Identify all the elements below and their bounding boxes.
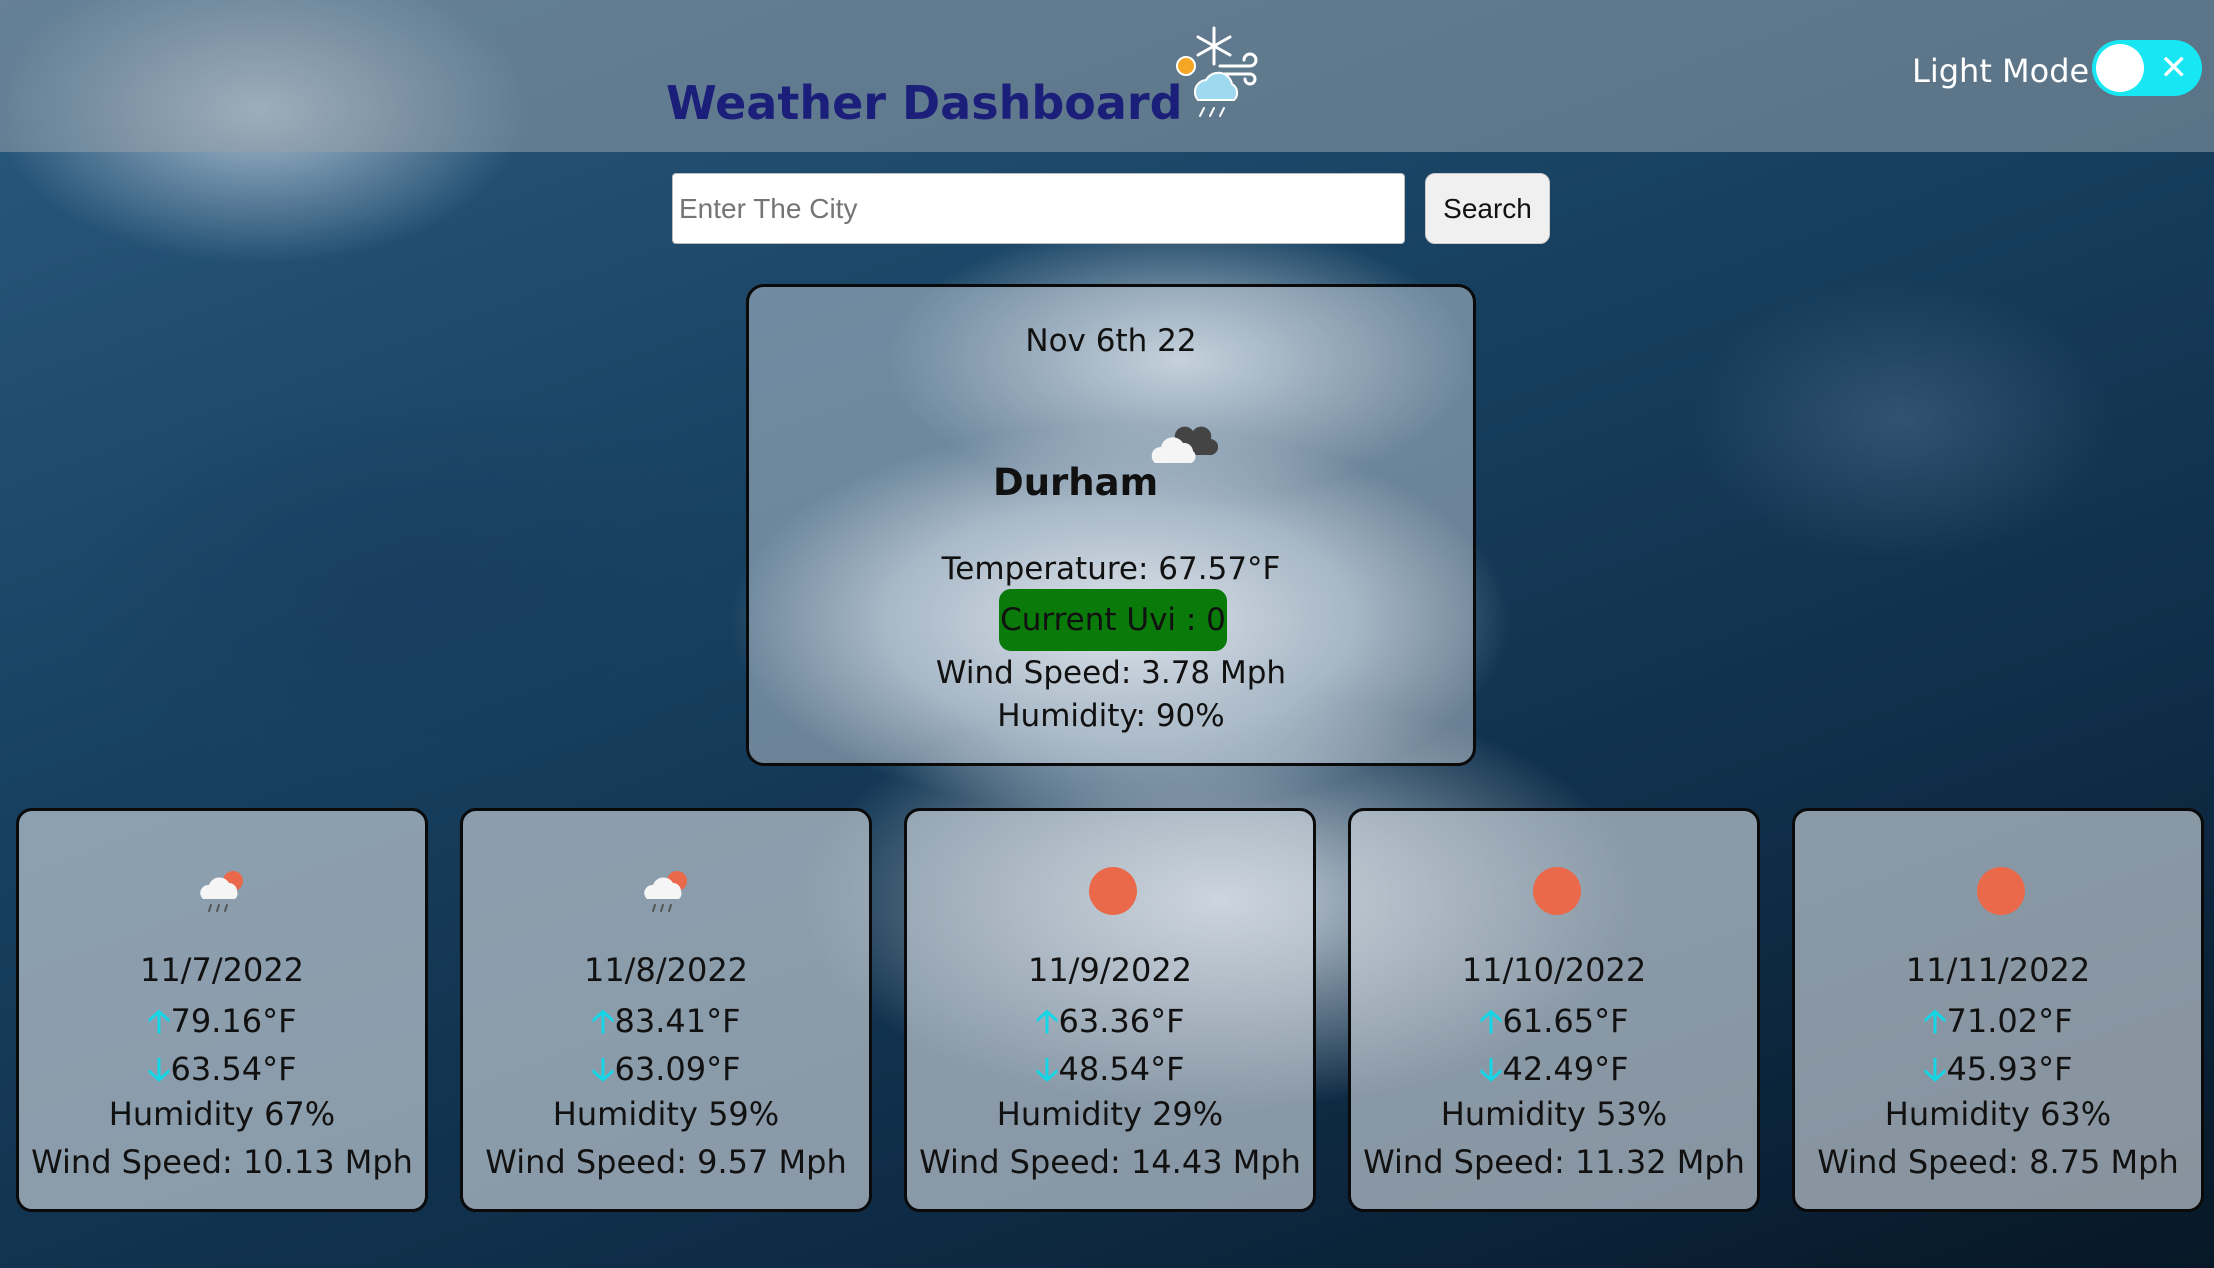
forecast-high: 🡡79.16°F [19, 999, 425, 1053]
close-icon: ✕ [2159, 48, 2189, 88]
arrow-down-icon: 🡣 [147, 1050, 171, 1088]
current-weather-card: Nov 6th 22 Durham Temperature: 67.57°F C… [746, 284, 1476, 766]
forecast-wind-speed: Wind Speed: 14.43 Mph [919, 1143, 1301, 1181]
current-date: Nov 6th 22 [1025, 323, 1197, 359]
forecast-low-value: 45.93°F [1946, 1050, 2073, 1088]
forecast-wind-speed: Wind Speed: 8.75 Mph [1817, 1143, 2179, 1181]
page-title: Weather Dashboard [666, 76, 1183, 130]
cloudy-icon [1151, 426, 1219, 463]
snow-sun-wind-icon [1176, 26, 1258, 117]
forecast-humidity: Humidity 29% [996, 1095, 1224, 1133]
arrow-up-icon: 🡡 [147, 1002, 171, 1040]
arrow-up-icon: 🡡 [591, 1002, 615, 1040]
forecast-card: 11/10/2022 🡡61.65°F 🡣42.49°F Humidity 53… [1348, 808, 1760, 1212]
current-wind-speed: Wind Speed: 3.78 Mph [935, 655, 1287, 691]
forecast-date: 11/9/2022 [1027, 951, 1193, 989]
arrow-down-icon: 🡣 [1923, 1050, 1947, 1088]
forecast-low: 🡣63.09°F [463, 1047, 869, 1101]
forecast-date: 11/8/2022 [583, 951, 749, 989]
forecast-date: 11/7/2022 [139, 951, 305, 989]
forecast-wind-speed: Wind Speed: 9.57 Mph [485, 1143, 847, 1181]
arrow-up-icon: 🡡 [1035, 1002, 1059, 1040]
uvi-badge: Current Uvi : 0 [999, 589, 1227, 651]
current-temperature: Temperature: 67.57°F [941, 551, 1281, 587]
forecast-humidity: Humidity 59% [552, 1095, 780, 1133]
forecast-card: 11/9/2022 🡡63.36°F 🡣48.54°F Humidity 29%… [904, 808, 1316, 1212]
forecast-humidity: Humidity 67% [108, 1095, 336, 1133]
forecast-low-value: 63.54°F [170, 1050, 297, 1088]
forecast-card: 11/11/2022 🡡71.02°F 🡣45.93°F Humidity 63… [1792, 808, 2204, 1212]
forecast-date: 11/11/2022 [1905, 951, 2091, 989]
current-city: Durham [993, 461, 1159, 504]
sun-icon [1977, 867, 2025, 915]
forecast-high: 🡡63.36°F [907, 999, 1313, 1053]
rain-sun-icon [200, 871, 243, 912]
toggle-knob[interactable] [2096, 44, 2144, 92]
forecast-date: 11/10/2022 [1461, 951, 1647, 989]
arrow-up-icon: 🡡 [1479, 1002, 1503, 1040]
arrow-down-icon: 🡣 [1479, 1050, 1503, 1088]
sun-icon [1089, 867, 1137, 915]
forecast-card: 11/8/2022 🡡83.41°F 🡣63.09°F Humidity 59%… [460, 808, 872, 1212]
forecast-high: 🡡61.65°F [1351, 999, 1757, 1053]
forecast-wind-speed: Wind Speed: 11.32 Mph [1363, 1143, 1745, 1181]
forecast-high-value: 83.41°F [614, 1002, 741, 1040]
forecast-high-value: 71.02°F [1946, 1002, 2073, 1040]
arrow-down-icon: 🡣 [591, 1050, 615, 1088]
forecast-low-value: 48.54°F [1058, 1050, 1185, 1088]
forecast-high-value: 63.36°F [1058, 1002, 1185, 1040]
forecast-low: 🡣48.54°F [907, 1047, 1313, 1101]
arrow-down-icon: 🡣 [1035, 1050, 1059, 1088]
current-humidity: Humidity: 90% [997, 698, 1225, 734]
forecast-high-value: 61.65°F [1502, 1002, 1629, 1040]
forecast-card: 11/7/2022 🡡79.16°F 🡣63.54°F Humidity 67%… [16, 808, 428, 1212]
sun-icon [1533, 867, 1581, 915]
light-mode-label: Light Mode [1912, 52, 2090, 90]
forecast-high: 🡡71.02°F [1795, 999, 2201, 1053]
forecast-high: 🡡83.41°F [463, 999, 869, 1053]
forecast-high-value: 79.16°F [170, 1002, 297, 1040]
forecast-humidity: Humidity 53% [1440, 1095, 1668, 1133]
forecast-low-value: 42.49°F [1502, 1050, 1629, 1088]
rain-sun-icon [644, 871, 687, 912]
forecast-low-value: 63.09°F [614, 1050, 741, 1088]
forecast-low: 🡣45.93°F [1795, 1047, 2201, 1101]
forecast-humidity: Humidity 63% [1884, 1095, 2112, 1133]
search-button[interactable]: Search [1425, 173, 1550, 244]
forecast-wind-speed: Wind Speed: 10.13 Mph [31, 1143, 413, 1181]
city-search-input[interactable] [672, 173, 1405, 244]
forecast-low: 🡣42.49°F [1351, 1047, 1757, 1101]
arrow-up-icon: 🡡 [1923, 1002, 1947, 1040]
light-mode-toggle[interactable]: ✕ [2092, 40, 2202, 96]
forecast-low: 🡣63.54°F [19, 1047, 425, 1101]
